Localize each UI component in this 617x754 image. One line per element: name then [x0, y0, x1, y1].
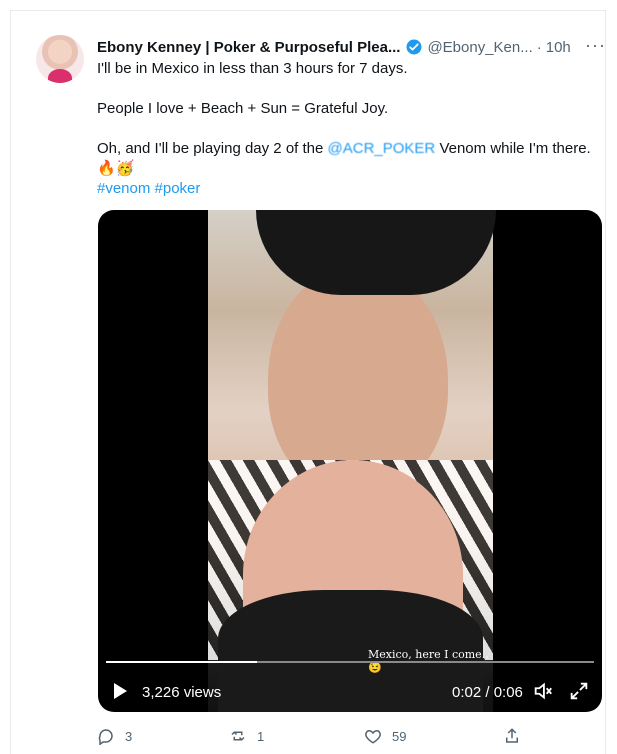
user-handle[interactable]: @Ebony_Ken... [427, 39, 532, 56]
share-icon [503, 727, 521, 745]
avatar[interactable] [36, 35, 84, 83]
like-icon [364, 727, 382, 745]
cap-shape [256, 210, 496, 295]
video-controls: 3,226 views 0:02 / 0:06 [98, 674, 602, 710]
video-frame: Mexico, here I come..😉 [208, 210, 496, 712]
tweet-actions: 3 1 59 [97, 727, 597, 751]
mention-link[interactable]: @ACR_POKER [328, 140, 436, 157]
separator: · [536, 38, 542, 56]
verified-badge-icon [405, 38, 423, 56]
line3-suffix: Venom while I'm there. [435, 140, 591, 157]
line3-prefix: Oh, and I'll be playing day 2 of the [97, 140, 328, 157]
fullscreen-icon[interactable] [568, 680, 590, 706]
reply-count: 3 [125, 728, 133, 744]
display-name[interactable]: Ebony Kenney | Poker & Purposeful Plea..… [97, 39, 400, 56]
retweet-action[interactable]: 1 [229, 727, 264, 745]
tweet-header: Ebony Kenney | Poker & Purposeful Plea..… [97, 35, 587, 59]
mute-icon[interactable] [532, 680, 554, 706]
play-icon[interactable] [114, 683, 127, 699]
tweet-line-1: I'll be in Mexico in less than 3 hours f… [97, 60, 408, 77]
like-action[interactable]: 59 [364, 727, 406, 745]
like-count: 59 [392, 728, 407, 744]
hashtag-links[interactable]: #venom #poker [97, 179, 200, 199]
retweet-icon [229, 727, 247, 745]
view-count: 3,226 views [142, 684, 222, 701]
tweet-line-3: Oh, and I'll be playing day 2 of the @AC… [97, 139, 591, 159]
tweet-line-2: People I love + Beach + Sun = Grateful J… [97, 100, 389, 117]
video-progress-fill [106, 661, 258, 663]
emoji-line: 🔥🥳 [97, 160, 135, 177]
video-progress-bar[interactable] [106, 661, 594, 663]
retweet-count: 1 [257, 728, 265, 744]
reply-icon [97, 727, 115, 745]
timestamp[interactable]: 10h [546, 39, 571, 56]
share-action[interactable] [503, 727, 521, 745]
reply-action[interactable]: 3 [97, 727, 132, 745]
video-timecode: 0:02 / 0:06 [452, 684, 523, 701]
video-player[interactable]: Mexico, here I come..😉 3,226 views 0:02 … [98, 210, 602, 712]
more-icon[interactable]: ··· [585, 35, 606, 55]
tweet-card[interactable]: Ebony Kenney | Poker & Purposeful Plea..… [10, 10, 606, 754]
